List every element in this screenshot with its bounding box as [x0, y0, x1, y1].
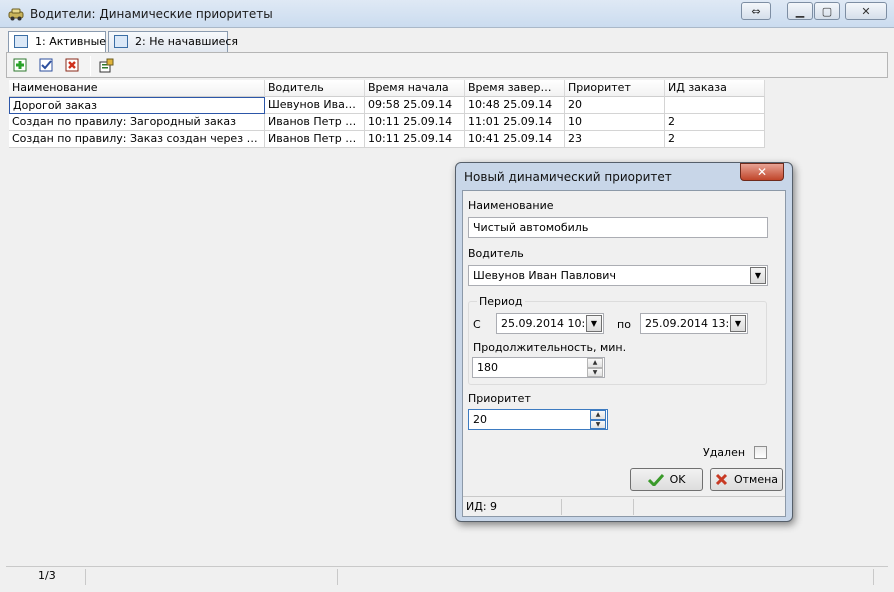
cancel-label: Отмена	[733, 473, 779, 486]
table-cell[interactable]: Шевунов Иван П...	[265, 97, 365, 114]
status-divider	[633, 499, 634, 515]
arrows-horizontal-icon: ⇔	[751, 4, 761, 18]
edit-button[interactable]	[37, 56, 55, 74]
table-cell[interactable]: Создан по правилу: Загородный заказ	[9, 114, 265, 131]
priority-stepper[interactable]: ▲ ▼	[590, 410, 606, 429]
properties-icon	[99, 58, 113, 72]
delete-button[interactable]	[63, 56, 81, 74]
table-row[interactable]: Дорогой заказ Шевунов Иван П... 09:58 25…	[9, 97, 765, 114]
toolbar-separator	[90, 56, 91, 76]
window-title: Водители: Динамические приоритеты	[30, 7, 273, 21]
spin-down-icon[interactable]: ▼	[590, 419, 606, 429]
table-icon	[14, 35, 28, 48]
properties-button[interactable]	[97, 56, 115, 74]
name-input[interactable]: Чистый автомобиль	[468, 217, 768, 238]
toolbar	[6, 52, 888, 78]
close-icon: ✕	[861, 4, 871, 18]
record-position: 1/3	[6, 569, 86, 585]
table-icon	[114, 35, 128, 48]
table-cell[interactable]: 10:11 25.09.14	[365, 114, 465, 131]
deleted-checkbox[interactable]	[754, 446, 767, 459]
table-cell[interactable]: 09:58 25.09.14	[365, 97, 465, 114]
column-header[interactable]: Водитель	[265, 80, 365, 97]
table-cell[interactable]: Иванов Петр Сид...	[265, 114, 365, 131]
deleted-label: Удален	[703, 446, 746, 459]
minimize-button[interactable]: ▁	[787, 2, 813, 20]
tab-label: 1: Активные	[35, 35, 107, 48]
close-icon: ✕	[756, 165, 768, 179]
status-pane	[338, 569, 874, 585]
dialog-body: Наименование Чистый автомобиль Водитель …	[462, 190, 786, 517]
add-icon	[13, 58, 27, 72]
checkmark-icon	[647, 473, 664, 486]
driver-select[interactable]: Шевунов Иван Павлович	[468, 265, 768, 286]
duration-input[interactable]: 180	[472, 357, 605, 378]
column-header[interactable]: Наименование	[9, 80, 265, 97]
column-header[interactable]: Время завершен...	[465, 80, 565, 97]
maximize-icon: ▢	[821, 4, 833, 18]
table-cell[interactable]: 2	[665, 114, 765, 131]
table-header: Наименование Водитель Время начала Время…	[9, 80, 765, 97]
duration-stepper[interactable]: ▲ ▼	[587, 358, 603, 377]
spin-up-icon[interactable]: ▲	[587, 358, 603, 368]
tab-active[interactable]: 1: Активные	[8, 31, 106, 53]
period-label: Период	[477, 295, 525, 308]
restore-extra-button[interactable]: ⇔	[741, 2, 771, 20]
table-cell[interactable]: 11:01 25.09.14	[465, 114, 565, 131]
ok-label: OK	[669, 473, 686, 486]
cancel-x-icon	[715, 473, 728, 486]
date-to-dropdown-button[interactable]: ▼	[730, 315, 746, 332]
cancel-button[interactable]: Отмена	[710, 468, 783, 491]
table-cell[interactable]: Дорогой заказ	[9, 97, 265, 114]
table-cell[interactable]: Иванов Петр Сид...	[265, 131, 365, 148]
minimize-icon: ▁	[795, 4, 805, 18]
dialog-title: Новый динамический приоритет	[464, 170, 672, 184]
new-priority-dialog: Новый динамический приоритет ✕ Наименова…	[455, 162, 793, 522]
dialog-statusbar: ИД: 9	[463, 496, 785, 516]
table-cell[interactable]: 10	[565, 114, 665, 131]
statusbar: 1/3	[6, 566, 888, 586]
edit-icon	[39, 58, 53, 72]
spin-down-icon[interactable]: ▼	[587, 367, 603, 377]
tab-label: 2: Не начавшиеся	[135, 35, 239, 48]
table-cell[interactable]: 10:41 25.09.14	[465, 131, 565, 148]
tab-not-started[interactable]: 2: Не начавшиеся	[108, 31, 238, 52]
ok-button[interactable]: OK	[630, 468, 703, 491]
chevron-down-icon: ▼	[734, 319, 742, 328]
table-cell[interactable]: Создан по правилу: Заказ создан через са…	[9, 131, 265, 148]
date-from-dropdown-button[interactable]: ▼	[586, 315, 602, 332]
column-header[interactable]: Приоритет	[565, 80, 665, 97]
window-titlebar: Водители: Динамические приоритеты ⇔ ▁ ▢ …	[0, 0, 894, 28]
table-row[interactable]: Создан по правилу: Загородный заказ Иван…	[9, 114, 765, 131]
table-cell[interactable]: 23	[565, 131, 665, 148]
priority-input[interactable]: 20	[468, 409, 608, 430]
table-row[interactable]: Создан по правилу: Заказ создан через са…	[9, 131, 765, 148]
spin-up-icon[interactable]: ▲	[590, 410, 606, 420]
add-button[interactable]	[11, 56, 29, 74]
close-button[interactable]: ✕	[845, 2, 887, 20]
table-cell[interactable]: 10:48 25.09.14	[465, 97, 565, 114]
status-divider	[561, 499, 562, 515]
priority-label: Приоритет	[468, 392, 531, 405]
car-icon	[8, 7, 24, 21]
table-cell[interactable]	[665, 97, 765, 114]
table-cell[interactable]: 20	[565, 97, 665, 114]
status-pane	[86, 569, 338, 585]
table-cell[interactable]: 10:11 25.09.14	[365, 131, 465, 148]
delete-icon	[65, 58, 79, 72]
chevron-down-icon: ▼	[754, 271, 762, 280]
column-header[interactable]: Время начала	[365, 80, 465, 97]
record-id: ИД: 9	[466, 500, 498, 513]
table-cell[interactable]: 2	[665, 131, 765, 148]
maximize-button[interactable]: ▢	[814, 2, 840, 20]
driver-label: Водитель	[468, 247, 524, 260]
from-label: С	[473, 318, 481, 331]
duration-label: Продолжительность, мин.	[473, 341, 627, 354]
driver-dropdown-button[interactable]: ▼	[750, 267, 766, 284]
dialog-close-button[interactable]: ✕	[740, 163, 784, 181]
chevron-down-icon: ▼	[590, 319, 598, 328]
name-label: Наименование	[468, 199, 554, 212]
to-label: по	[617, 318, 631, 331]
column-header[interactable]: ИД заказа	[665, 80, 765, 97]
